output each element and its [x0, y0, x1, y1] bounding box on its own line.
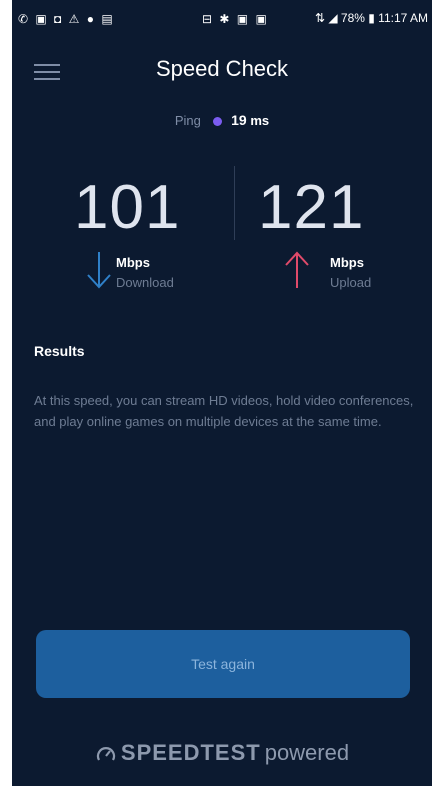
speedtest-logo: SPEEDTEST powered	[12, 740, 432, 766]
ping-dot-icon	[212, 117, 222, 127]
status-notification-icons: ✆ ▣ ◘ ⚠ ● ▤	[18, 12, 115, 26]
results-heading: Results	[34, 343, 85, 359]
upload-arrow-icon	[285, 251, 309, 288]
upload-speed-value: 121	[258, 173, 365, 242]
status-system-icons: ⊟ ✱ ▣ ▣	[202, 12, 269, 26]
ping-label: Ping	[174, 113, 201, 128]
download-speed-value: 101	[74, 173, 181, 242]
results-description: At this speed, you can stream HD videos,…	[34, 393, 414, 429]
page-title: Speed Check	[155, 56, 289, 81]
speed-check-screen: ✆ ▣ ◘ ⚠ ● ▤ ⊟ ✱ ▣ ▣ ⇅ ◢ 78% ▮ 11:17 AM S…	[12, 0, 432, 786]
ping-value: 19	[231, 112, 247, 128]
speed-divider	[234, 166, 235, 240]
download-arrow-icon	[87, 252, 111, 289]
upload-label: Upload	[330, 275, 372, 290]
status-battery-time: ⇅ ◢ 78% ▮ 11:17 AM	[314, 11, 428, 25]
ping-unit: ms	[250, 113, 270, 128]
speedtest-brand: SPEEDTEST	[120, 740, 261, 765]
ping-row: Ping 19 ms	[12, 112, 432, 128]
download-label: Download	[116, 275, 174, 290]
test-again-button[interactable]: Test again	[36, 630, 410, 698]
status-bar: ✆ ▣ ◘ ⚠ ● ▤ ⊟ ✱ ▣ ▣ ⇅ ◢ 78% ▮ 11:17 AM	[12, 0, 432, 36]
upload-unit: Mbps	[330, 255, 364, 270]
download-unit: Mbps	[116, 255, 150, 270]
speedtest-powered: powered	[264, 740, 350, 765]
speedtest-gauge-icon	[96, 747, 115, 761]
